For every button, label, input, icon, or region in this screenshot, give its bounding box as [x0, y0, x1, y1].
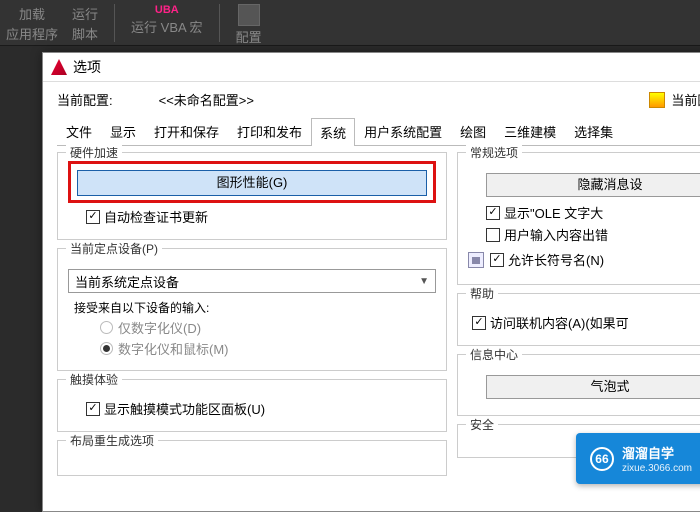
- pointing-device-combo[interactable]: 当前系统定点设备 ▼: [68, 269, 436, 293]
- current-profile-label: 当前配置:: [57, 90, 113, 109]
- current-drawing-label: 当前图形:: [671, 90, 700, 109]
- profile-row: 当前配置: <<未命名配置>> 当前图形:: [57, 90, 700, 109]
- watermark-url: zixue.3066.com: [622, 463, 692, 474]
- ribbon-group-load[interactable]: 加载 应用程序: [6, 4, 58, 43]
- tab-print-publish[interactable]: 打印和发布: [228, 117, 311, 145]
- group-help: 帮助 访问联机内容(A)(如果可: [457, 293, 700, 346]
- ribbon: 加载 应用程序 运行 脚本 UBA 运行 VBA 宏 配置: [0, 0, 700, 46]
- ribbon-separator: [114, 4, 115, 42]
- chk-touch-ribbon[interactable]: 显示触摸模式功能区面板(U): [86, 399, 436, 418]
- checkbox-icon: [490, 253, 504, 267]
- group-title-touch: 触摸体验: [66, 371, 122, 388]
- group-touch: 触摸体验 显示触摸模式功能区面板(U): [57, 379, 447, 432]
- tab-user-prefs[interactable]: 用户系统配置: [355, 117, 451, 145]
- current-profile-value: <<未命名配置>>: [159, 90, 254, 109]
- graphics-performance-button[interactable]: 图形性能(G): [77, 170, 427, 196]
- config-icon: [238, 4, 260, 26]
- app-icon: [51, 59, 67, 75]
- group-pointing-device: 当前定点设备(P) 当前系统定点设备 ▼ 接受来自以下设备的输入: 仅数字化仪(…: [57, 248, 447, 371]
- ribbon-group-vba[interactable]: UBA 运行 VBA 宏: [131, 4, 203, 36]
- group-title-help: 帮助: [466, 285, 498, 302]
- tab-display[interactable]: 显示: [101, 117, 145, 145]
- titlebar: 选项: [43, 53, 700, 82]
- vba-icon: UBA: [155, 4, 179, 16]
- chk-user-input-error[interactable]: 用户输入内容出错: [486, 225, 700, 244]
- tab-3d-modeling[interactable]: 三维建模: [495, 117, 565, 145]
- group-title-general: 常规选项: [466, 144, 522, 161]
- checkbox-icon: [486, 206, 500, 220]
- chevron-down-icon: ▼: [419, 276, 429, 287]
- ribbon-group-run[interactable]: 运行 脚本: [72, 4, 98, 43]
- radio-icon: [100, 342, 113, 355]
- group-general: 常规选项 隐藏消息设 显示"OLE 文字大 用户输入内容出错: [457, 152, 700, 285]
- group-title-security: 安全: [466, 416, 498, 433]
- watermark-logo-icon: 66: [590, 447, 614, 471]
- group-layout-regen: 布局重生成选项: [57, 440, 447, 476]
- group-infocenter: 信息中心 气泡式: [457, 354, 700, 416]
- accept-input-label: 接受来自以下设备的输入:: [74, 299, 436, 316]
- tab-selection[interactable]: 选择集: [565, 117, 622, 145]
- tabstrip: 文件 显示 打开和保存 打印和发布 系统 用户系统配置 绘图 三维建模 选择集: [57, 117, 700, 146]
- highlight-frame: 图形性能(G): [68, 161, 436, 203]
- checkbox-icon: [86, 402, 100, 416]
- radio-digitizer-and-mouse: 数字化仪和鼠标(M): [100, 339, 436, 358]
- tab-open-save[interactable]: 打开和保存: [145, 117, 228, 145]
- database-icon: [468, 252, 484, 268]
- tab-system[interactable]: 系统: [311, 118, 355, 146]
- tab-file[interactable]: 文件: [57, 117, 101, 145]
- group-hardware-accel: 硬件加速 图形性能(G) 自动检查证书更新: [57, 152, 447, 240]
- chk-show-ole[interactable]: 显示"OLE 文字大: [486, 203, 700, 222]
- tab-drafting[interactable]: 绘图: [451, 117, 495, 145]
- group-title-info: 信息中心: [466, 346, 522, 363]
- watermark: 66 溜溜自学 zixue.3066.com: [576, 433, 700, 484]
- ribbon-separator: [219, 4, 220, 42]
- chk-online-help[interactable]: 访问联机内容(A)(如果可: [472, 313, 700, 332]
- checkbox-icon: [472, 316, 486, 330]
- ribbon-group-config[interactable]: 配置: [236, 4, 262, 46]
- radio-digitizer-only: 仅数字化仪(D): [100, 318, 436, 337]
- chk-long-symbol-names[interactable]: 允许长符号名(N): [490, 250, 604, 269]
- checkbox-icon: [86, 210, 100, 224]
- group-title-layout: 布局重生成选项: [66, 432, 158, 449]
- checkbox-icon: [486, 228, 500, 242]
- group-title-hw: 硬件加速: [66, 144, 122, 161]
- balloon-button[interactable]: 气泡式: [486, 375, 700, 399]
- dialog-title: 选项: [73, 57, 101, 77]
- hidden-messages-button[interactable]: 隐藏消息设: [486, 173, 700, 197]
- chk-auto-cert-update[interactable]: 自动检查证书更新: [86, 207, 436, 226]
- radio-icon: [100, 321, 113, 334]
- watermark-brand: 溜溜自学: [622, 446, 674, 461]
- group-title-pointing: 当前定点设备(P): [66, 240, 162, 257]
- drawing-icon: [649, 92, 665, 108]
